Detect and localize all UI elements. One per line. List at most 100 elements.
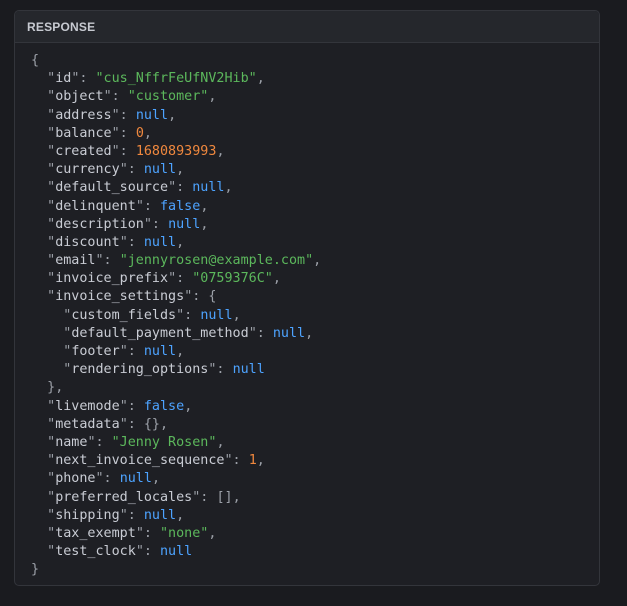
colon: ": <box>87 434 112 450</box>
json-value: "jennyrosen@example.com" <box>119 253 314 269</box>
response-panel-header: RESPONSE <box>15 11 599 43</box>
json-value: 1 <box>248 453 257 469</box>
comma: , <box>200 216 209 232</box>
code-line: "address": null, <box>31 107 591 125</box>
json-value: null <box>272 325 306 341</box>
code-line: } <box>31 561 591 579</box>
code-line: "next_invoice_sequence": 1, <box>31 452 591 470</box>
comma: , <box>256 71 265 87</box>
json-value: null <box>143 162 177 178</box>
code-line: "name": "Jenny Rosen", <box>31 434 591 452</box>
code-line: "id": "cus_NffrFeUfNV2Hib", <box>31 70 591 88</box>
json-value: {} <box>143 416 160 432</box>
colon: ": <box>119 507 144 523</box>
quote: " <box>47 143 56 159</box>
comma: , <box>272 271 281 287</box>
quote: " <box>47 107 56 123</box>
json-key: livemode <box>55 398 120 414</box>
code-line: "created": 1680893993, <box>31 143 591 161</box>
code-line: "rendering_options": null <box>31 361 591 379</box>
quote: " <box>47 71 56 87</box>
json-value: null <box>143 234 177 250</box>
code-line: }, <box>31 379 591 397</box>
colon: ": <box>168 271 193 287</box>
colon: ": <box>103 89 128 105</box>
code-line: "custom_fields": null, <box>31 307 591 325</box>
quote: " <box>47 416 56 432</box>
json-key: metadata <box>55 416 120 432</box>
comma: , <box>184 398 193 414</box>
json-key: rendering_options <box>71 362 209 378</box>
json-key: next_invoice_sequence <box>55 453 225 469</box>
json-value: 1680893993 <box>135 143 217 159</box>
code-line: "phone": null, <box>31 470 591 488</box>
code-line: { <box>31 52 591 70</box>
close-brace: } <box>47 380 56 396</box>
colon: ": <box>71 71 96 87</box>
code-line: "metadata": {}, <box>31 416 591 434</box>
code-line: "footer": null, <box>31 343 591 361</box>
json-key: balance <box>55 125 112 141</box>
json-value: 0 <box>135 125 144 141</box>
json-value: null <box>119 471 152 487</box>
colon: ": <box>111 107 136 123</box>
colon: ": <box>111 143 136 159</box>
code-line: "currency": null, <box>31 161 591 179</box>
code-line: "email": "jennyrosen@example.com", <box>31 252 591 270</box>
colon: ": <box>111 125 136 141</box>
quote: " <box>47 253 56 269</box>
json-value: "0759376C" <box>192 271 273 287</box>
json-key: default_source <box>55 180 169 196</box>
code-line: "description": null, <box>31 216 591 234</box>
comma: , <box>216 434 225 450</box>
json-key: tax_exempt <box>55 525 136 541</box>
comma: , <box>232 307 241 323</box>
quote: " <box>47 198 56 214</box>
comma: , <box>176 162 185 178</box>
json-key: description <box>55 216 144 232</box>
json-key: id <box>55 71 72 87</box>
close-brace: } <box>31 562 40 578</box>
comma: , <box>256 453 265 469</box>
comma: , <box>143 125 152 141</box>
code-line: "default_source": null, <box>31 179 591 197</box>
json-value: false <box>143 398 185 414</box>
colon: ": <box>119 416 144 432</box>
json-key: phone <box>55 471 96 487</box>
json-value: null <box>135 107 169 123</box>
quote: " <box>47 525 56 541</box>
open-brace: { <box>31 53 40 68</box>
json-key: invoice_settings <box>55 289 185 305</box>
code-line: "livemode": false, <box>31 398 591 416</box>
quote: " <box>47 489 56 505</box>
colon: ": <box>119 398 144 414</box>
json-key: address <box>55 107 112 123</box>
quote: " <box>47 471 56 487</box>
json-key: created <box>55 143 112 159</box>
json-value: null <box>168 216 201 232</box>
json-value: null <box>232 362 265 378</box>
json-value: null <box>143 344 177 359</box>
json-key: name <box>55 434 88 450</box>
quote: " <box>47 162 56 178</box>
colon: ": <box>119 162 144 178</box>
quote: " <box>47 125 56 141</box>
code-line: "test_clock": null <box>31 543 591 561</box>
open-brace: { <box>208 289 217 305</box>
json-value: "Jenny Rosen" <box>111 434 217 450</box>
colon: ": <box>224 453 249 469</box>
json-key: default_payment_method <box>71 325 249 341</box>
comma: , <box>232 489 241 505</box>
colon: ": <box>248 325 273 341</box>
quote: " <box>47 398 56 414</box>
comma: , <box>160 416 169 432</box>
comma: , <box>168 107 177 123</box>
code-line: "preferred_locales": [], <box>31 489 591 507</box>
json-value: "none" <box>160 525 209 541</box>
quote: " <box>47 271 56 287</box>
colon: ": <box>192 489 217 505</box>
comma: , <box>176 507 185 523</box>
code-line: "tax_exempt": "none", <box>31 525 591 543</box>
json-key: discount <box>55 234 120 250</box>
colon: ": <box>168 180 193 196</box>
